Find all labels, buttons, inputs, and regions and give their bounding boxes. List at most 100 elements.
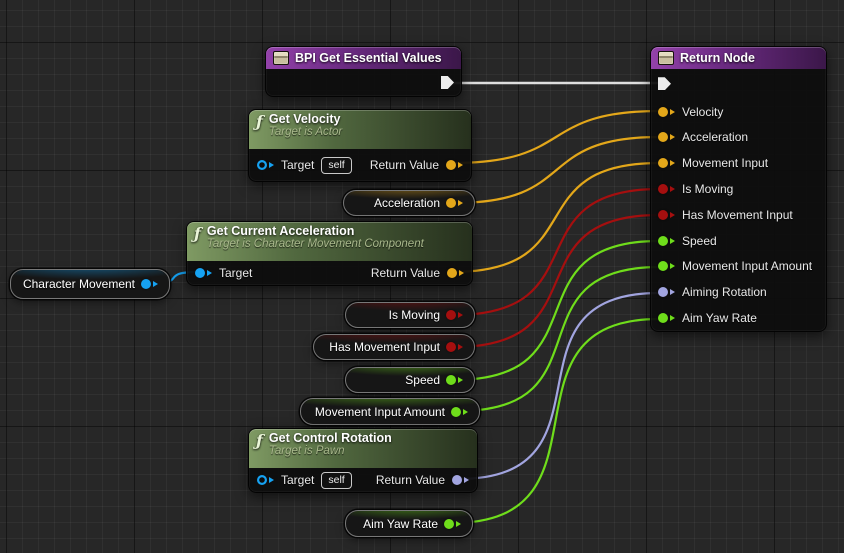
node-layer: BPI Get Essential Values Return Node Veloc… [0, 0, 844, 553]
output-pin-character-movement[interactable] [141, 279, 158, 289]
node-subtitle: Target is Character Movement Component [207, 238, 424, 250]
target-pin[interactable] [195, 268, 212, 278]
node-title: Get Velocity [269, 112, 342, 126]
pin-arrow-icon [670, 186, 675, 192]
exec-input-row [651, 69, 826, 99]
pin-arrow-icon [458, 162, 463, 168]
pin-circle [446, 375, 456, 385]
return-value-pin[interactable] [452, 475, 469, 485]
target-group: Targetself [257, 472, 352, 489]
node-title: Return Node [680, 51, 755, 65]
pin-arrow-icon [458, 312, 463, 318]
node-crate-icon [273, 51, 289, 65]
pin-label: Acceleration [682, 130, 748, 144]
pin-arrow-icon [458, 344, 463, 350]
node-character-movement[interactable]: Character Movement [10, 269, 170, 299]
pin-circle [658, 313, 668, 323]
output-pin-aim-yaw-rate[interactable] [444, 519, 461, 529]
pin-arrow-icon [670, 160, 675, 166]
node-body: TargetselfReturn Value [249, 468, 477, 492]
node-header: ƒGet Control RotationTarget is Pawn [249, 429, 477, 468]
pin-label: Speed [682, 234, 717, 248]
function-icon: ƒ [256, 114, 263, 130]
pin-arrow-icon [670, 238, 675, 244]
pin-arrow-icon [459, 270, 464, 276]
node-bpi-get-essential-values[interactable]: BPI Get Essential Values [265, 46, 462, 97]
pin-arrow-icon [153, 281, 158, 287]
pin-arrow-icon [456, 521, 461, 527]
return-value-pin[interactable] [446, 160, 463, 170]
pin-arrow-icon [670, 315, 675, 321]
pin-label: Is Moving [682, 182, 733, 196]
exec-in-pin[interactable] [658, 77, 671, 90]
input-pin-speed[interactable] [658, 236, 675, 246]
input-pin-movement-input-amount[interactable] [658, 261, 675, 271]
node-get-control-rotation[interactable]: ƒGet Control RotationTarget is PawnTarge… [248, 428, 478, 493]
variable-name: Speed [405, 373, 440, 387]
node-movement-input-amount[interactable]: Movement Input Amount [300, 398, 480, 425]
pin-label: Velocity [682, 105, 723, 119]
node-acceleration[interactable]: Acceleration [343, 190, 475, 216]
output-pin-movement-input-amount[interactable] [451, 407, 468, 417]
pin-circle [444, 519, 454, 529]
variable-name: Movement Input Amount [315, 405, 445, 419]
node-header: ƒ Get VelocityTarget is Actor [249, 110, 471, 149]
node-header: ƒ Get Current AccelerationTarget is Chara… [187, 222, 472, 261]
output-pin-speed[interactable] [446, 375, 463, 385]
input-pin-velocity[interactable] [658, 107, 675, 117]
pin-row-movement-input-amount: Movement Input Amount [651, 254, 826, 280]
output-pin-has-movement-input[interactable] [446, 342, 463, 352]
node-aim-yaw-rate[interactable]: Aim Yaw Rate [345, 510, 473, 537]
pin-label: Has Movement Input [682, 208, 793, 222]
node-return-node[interactable]: Return Node Velocity Acceleration Movement … [650, 46, 827, 332]
node-titles: Get Current AccelerationTarget is Charac… [207, 224, 424, 250]
self-default-value: self [321, 157, 351, 174]
node-speed[interactable]: Speed [345, 367, 475, 393]
pin-arrow-icon [670, 109, 675, 115]
blueprint-graph-canvas[interactable]: BPI Get Essential Values Return Node Veloc… [0, 0, 844, 553]
output-pin-is-moving[interactable] [446, 310, 463, 320]
input-pin-has-movement-input[interactable] [658, 210, 675, 220]
target-label: Target [281, 473, 314, 487]
variable-name: Aim Yaw Rate [363, 517, 438, 531]
pin-row-acceleration: Acceleration [651, 124, 826, 150]
node-titles: Get VelocityTarget is Actor [269, 112, 342, 138]
input-pin-aiming-rotation[interactable] [658, 287, 675, 297]
target-label: Target [219, 266, 252, 280]
return-value-pin[interactable] [447, 268, 464, 278]
function-icon: ƒ [256, 433, 263, 449]
pin-arrow-icon [458, 200, 463, 206]
node-subtitle: Target is Actor [269, 126, 342, 138]
pin-arrow-icon [670, 134, 675, 140]
function-icon: ƒ [194, 226, 201, 242]
pin-circle [451, 407, 461, 417]
pin-arrow-icon [670, 263, 675, 269]
pin-label: Aim Yaw Rate [682, 311, 757, 325]
pin-arrow-icon [207, 270, 212, 276]
pin-circle [141, 279, 151, 289]
input-pin-aim-yaw-rate[interactable] [658, 313, 675, 323]
input-pin-acceleration[interactable] [658, 132, 675, 142]
pin-row-velocity: Velocity [651, 99, 826, 125]
pin-circle [447, 268, 457, 278]
pin-circle [658, 158, 668, 168]
node-is-moving[interactable]: Is Moving [345, 302, 475, 328]
node-has-movement-input[interactable]: Has Movement Input [313, 334, 475, 360]
pin-circle [658, 261, 668, 271]
exec-out-pin[interactable] [441, 76, 454, 89]
input-pin-is-moving[interactable] [658, 184, 675, 194]
node-header: BPI Get Essential Values [266, 47, 461, 69]
target-pin[interactable] [257, 475, 274, 485]
target-pin[interactable] [257, 160, 274, 170]
pin-arrow-icon [463, 409, 468, 415]
node-get-velocity[interactable]: ƒ Get VelocityTarget is Actor TargetselfRe… [248, 109, 472, 182]
pin-arrow-icon [269, 477, 274, 483]
variable-name: Character Movement [23, 277, 135, 291]
node-get-current-acceleration[interactable]: ƒ Get Current AccelerationTarget is Chara… [186, 221, 473, 286]
output-pin-acceleration[interactable] [446, 198, 463, 208]
input-pin-movement-input[interactable] [658, 158, 675, 168]
variable-name: Acceleration [374, 196, 440, 210]
pin-row-has-movement-input: Has Movement Input [651, 202, 826, 228]
pin-circle [658, 236, 668, 246]
node-body: TargetselfReturn Value [249, 149, 471, 181]
